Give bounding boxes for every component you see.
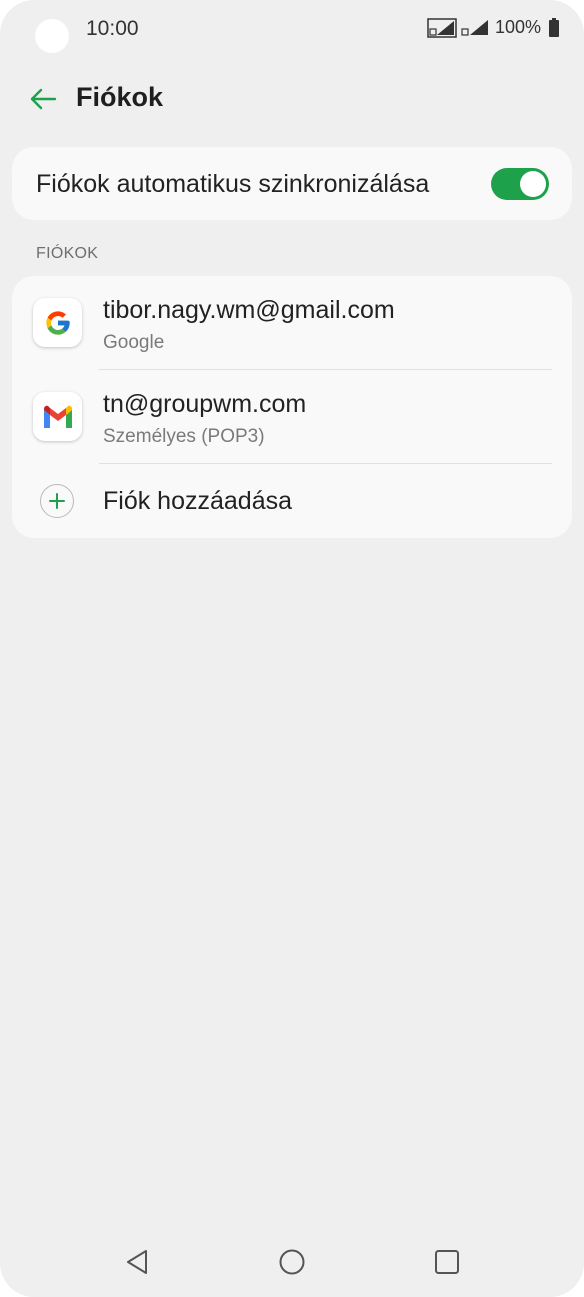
auto-sync-toggle[interactable] (491, 168, 549, 200)
toggle-knob (520, 171, 546, 197)
account-row-pop3[interactable]: tn@groupwm.com Személyes (POP3) (12, 370, 572, 464)
plus-icon (40, 484, 74, 518)
account-row-google[interactable]: tibor.nagy.wm@gmail.com Google (12, 276, 572, 370)
nav-recent-button[interactable] (425, 1240, 469, 1284)
status-bar: 10:00 100% (0, 0, 584, 60)
account-type: Személyes (POP3) (103, 426, 265, 447)
nav-recent-icon (435, 1250, 459, 1274)
account-email: tn@groupwm.com (103, 390, 307, 418)
phone-screen: 10:00 100% Fiókok Fiókok automatikus szi… (0, 0, 584, 1297)
auto-sync-label: Fiókok automatikus szinkronizálása (36, 170, 430, 198)
gmail-icon (33, 392, 82, 441)
account-email: tibor.nagy.wm@gmail.com (103, 296, 395, 324)
back-button[interactable] (22, 78, 64, 120)
arrow-left-icon (30, 88, 57, 110)
page-title: Fiókok (76, 82, 164, 112)
google-icon (33, 298, 82, 347)
front-camera (35, 19, 69, 53)
status-icons: 100% (427, 17, 560, 38)
nav-back-icon (127, 1250, 147, 1274)
accounts-section-header: FIÓKOK (36, 245, 99, 262)
add-account-row[interactable]: Fiók hozzáadása (12, 464, 572, 538)
navigation-bar (0, 1230, 584, 1294)
add-account-label: Fiók hozzáadása (103, 487, 293, 515)
account-type: Google (103, 332, 165, 353)
status-time: 10:00 (86, 17, 139, 40)
app-bar: Fiókok (0, 70, 584, 128)
battery-percentage: 100% (494, 17, 541, 37)
battery-icon (549, 17, 559, 37)
auto-sync-row[interactable]: Fiókok automatikus szinkronizálása (12, 147, 572, 220)
sim2-signal-icon (461, 19, 488, 36)
nav-home-icon (279, 1249, 305, 1275)
nav-back-button[interactable] (115, 1240, 159, 1284)
sim1-signal-icon (427, 17, 457, 38)
accounts-list: tibor.nagy.wm@gmail.com Google tn@groupw… (12, 276, 572, 538)
nav-home-button[interactable] (270, 1240, 314, 1284)
